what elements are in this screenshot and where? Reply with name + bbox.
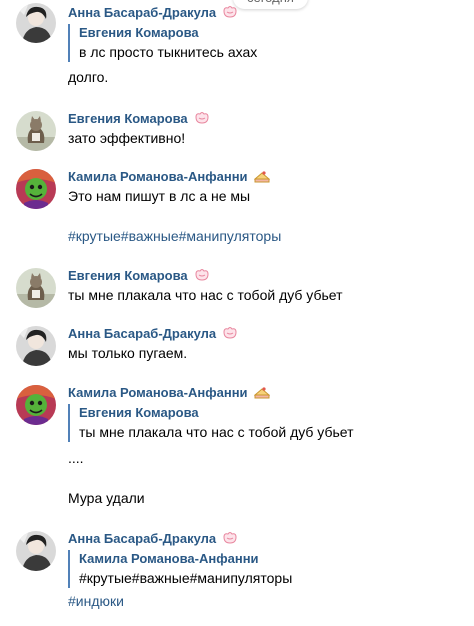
quote-text: #крутые#важные#манипуляторы <box>79 570 293 586</box>
sakura-icon <box>194 268 210 282</box>
message-author[interactable]: Камила Романова-Анфанни <box>68 385 248 400</box>
message-text: Это нам пишут в лс а не мы <box>68 188 251 204</box>
message-author[interactable]: Евгения Комарова <box>68 268 188 283</box>
hashtag-link[interactable]: #индюки <box>68 591 468 611</box>
message-text: Мура удали <box>68 490 145 506</box>
avatar[interactable] <box>16 111 56 151</box>
quote-author[interactable]: Евгения Комарова <box>79 24 468 42</box>
quote-text: в лс просто тыкнитесь ахах <box>79 44 258 60</box>
avatar-evgeniya-image <box>16 111 56 151</box>
avatar-kamila-image <box>16 169 56 209</box>
message-text: долго. <box>68 69 109 85</box>
cake-icon <box>254 385 270 399</box>
avatar-anna-image <box>16 326 56 366</box>
cake-icon <box>254 169 270 183</box>
message-text: .... <box>68 450 84 466</box>
quote-author[interactable]: Евгения Комарова <box>79 404 468 422</box>
avatar-anna-image <box>16 3 56 43</box>
hashtag-link[interactable]: #крутые#важные#манипуляторы <box>68 226 468 246</box>
sakura-icon <box>222 531 238 545</box>
avatar-kamila-image <box>16 385 56 425</box>
message-text: мы только пугаем. <box>68 345 188 361</box>
chat-history[interactable]: Анна Басараб-Дракула Евгения Комарова в … <box>0 0 474 626</box>
avatar-anna-image <box>16 531 56 571</box>
avatar[interactable] <box>16 268 56 308</box>
avatar-evgeniya-image <box>16 268 56 308</box>
avatar[interactable] <box>16 326 56 366</box>
quote-text: ты мне плакала что нас с тобой дуб убьет <box>79 424 354 440</box>
reply-quote[interactable]: Камила Романова-Анфанни #крутые#важные#м… <box>68 550 468 588</box>
message-author[interactable]: Камила Романова-Анфанни <box>68 169 248 184</box>
avatar[interactable] <box>16 531 56 571</box>
date-separator: сегодня <box>233 0 308 9</box>
message-text: зато эффективно! <box>68 130 186 146</box>
avatar[interactable] <box>16 3 56 43</box>
reply-quote[interactable]: Евгения Комарова в лс просто тыкнитесь а… <box>68 24 468 62</box>
message-author[interactable]: Евгения Комарова <box>68 111 188 126</box>
sakura-icon <box>222 326 238 340</box>
quote-author[interactable]: Камила Романова-Анфанни <box>79 550 468 568</box>
message-author[interactable]: Анна Басараб-Дракула <box>68 531 216 546</box>
avatar[interactable] <box>16 169 56 209</box>
avatar[interactable] <box>16 385 56 425</box>
reply-quote[interactable]: Евгения Комарова ты мне плакала что нас … <box>68 404 468 442</box>
sakura-icon <box>194 111 210 125</box>
message-author[interactable]: Анна Басараб-Дракула <box>68 326 216 341</box>
message-text: ты мне плакала что нас с тобой дуб убьет <box>68 287 343 303</box>
sakura-icon <box>222 5 238 19</box>
message-author[interactable]: Анна Басараб-Дракула <box>68 5 216 20</box>
